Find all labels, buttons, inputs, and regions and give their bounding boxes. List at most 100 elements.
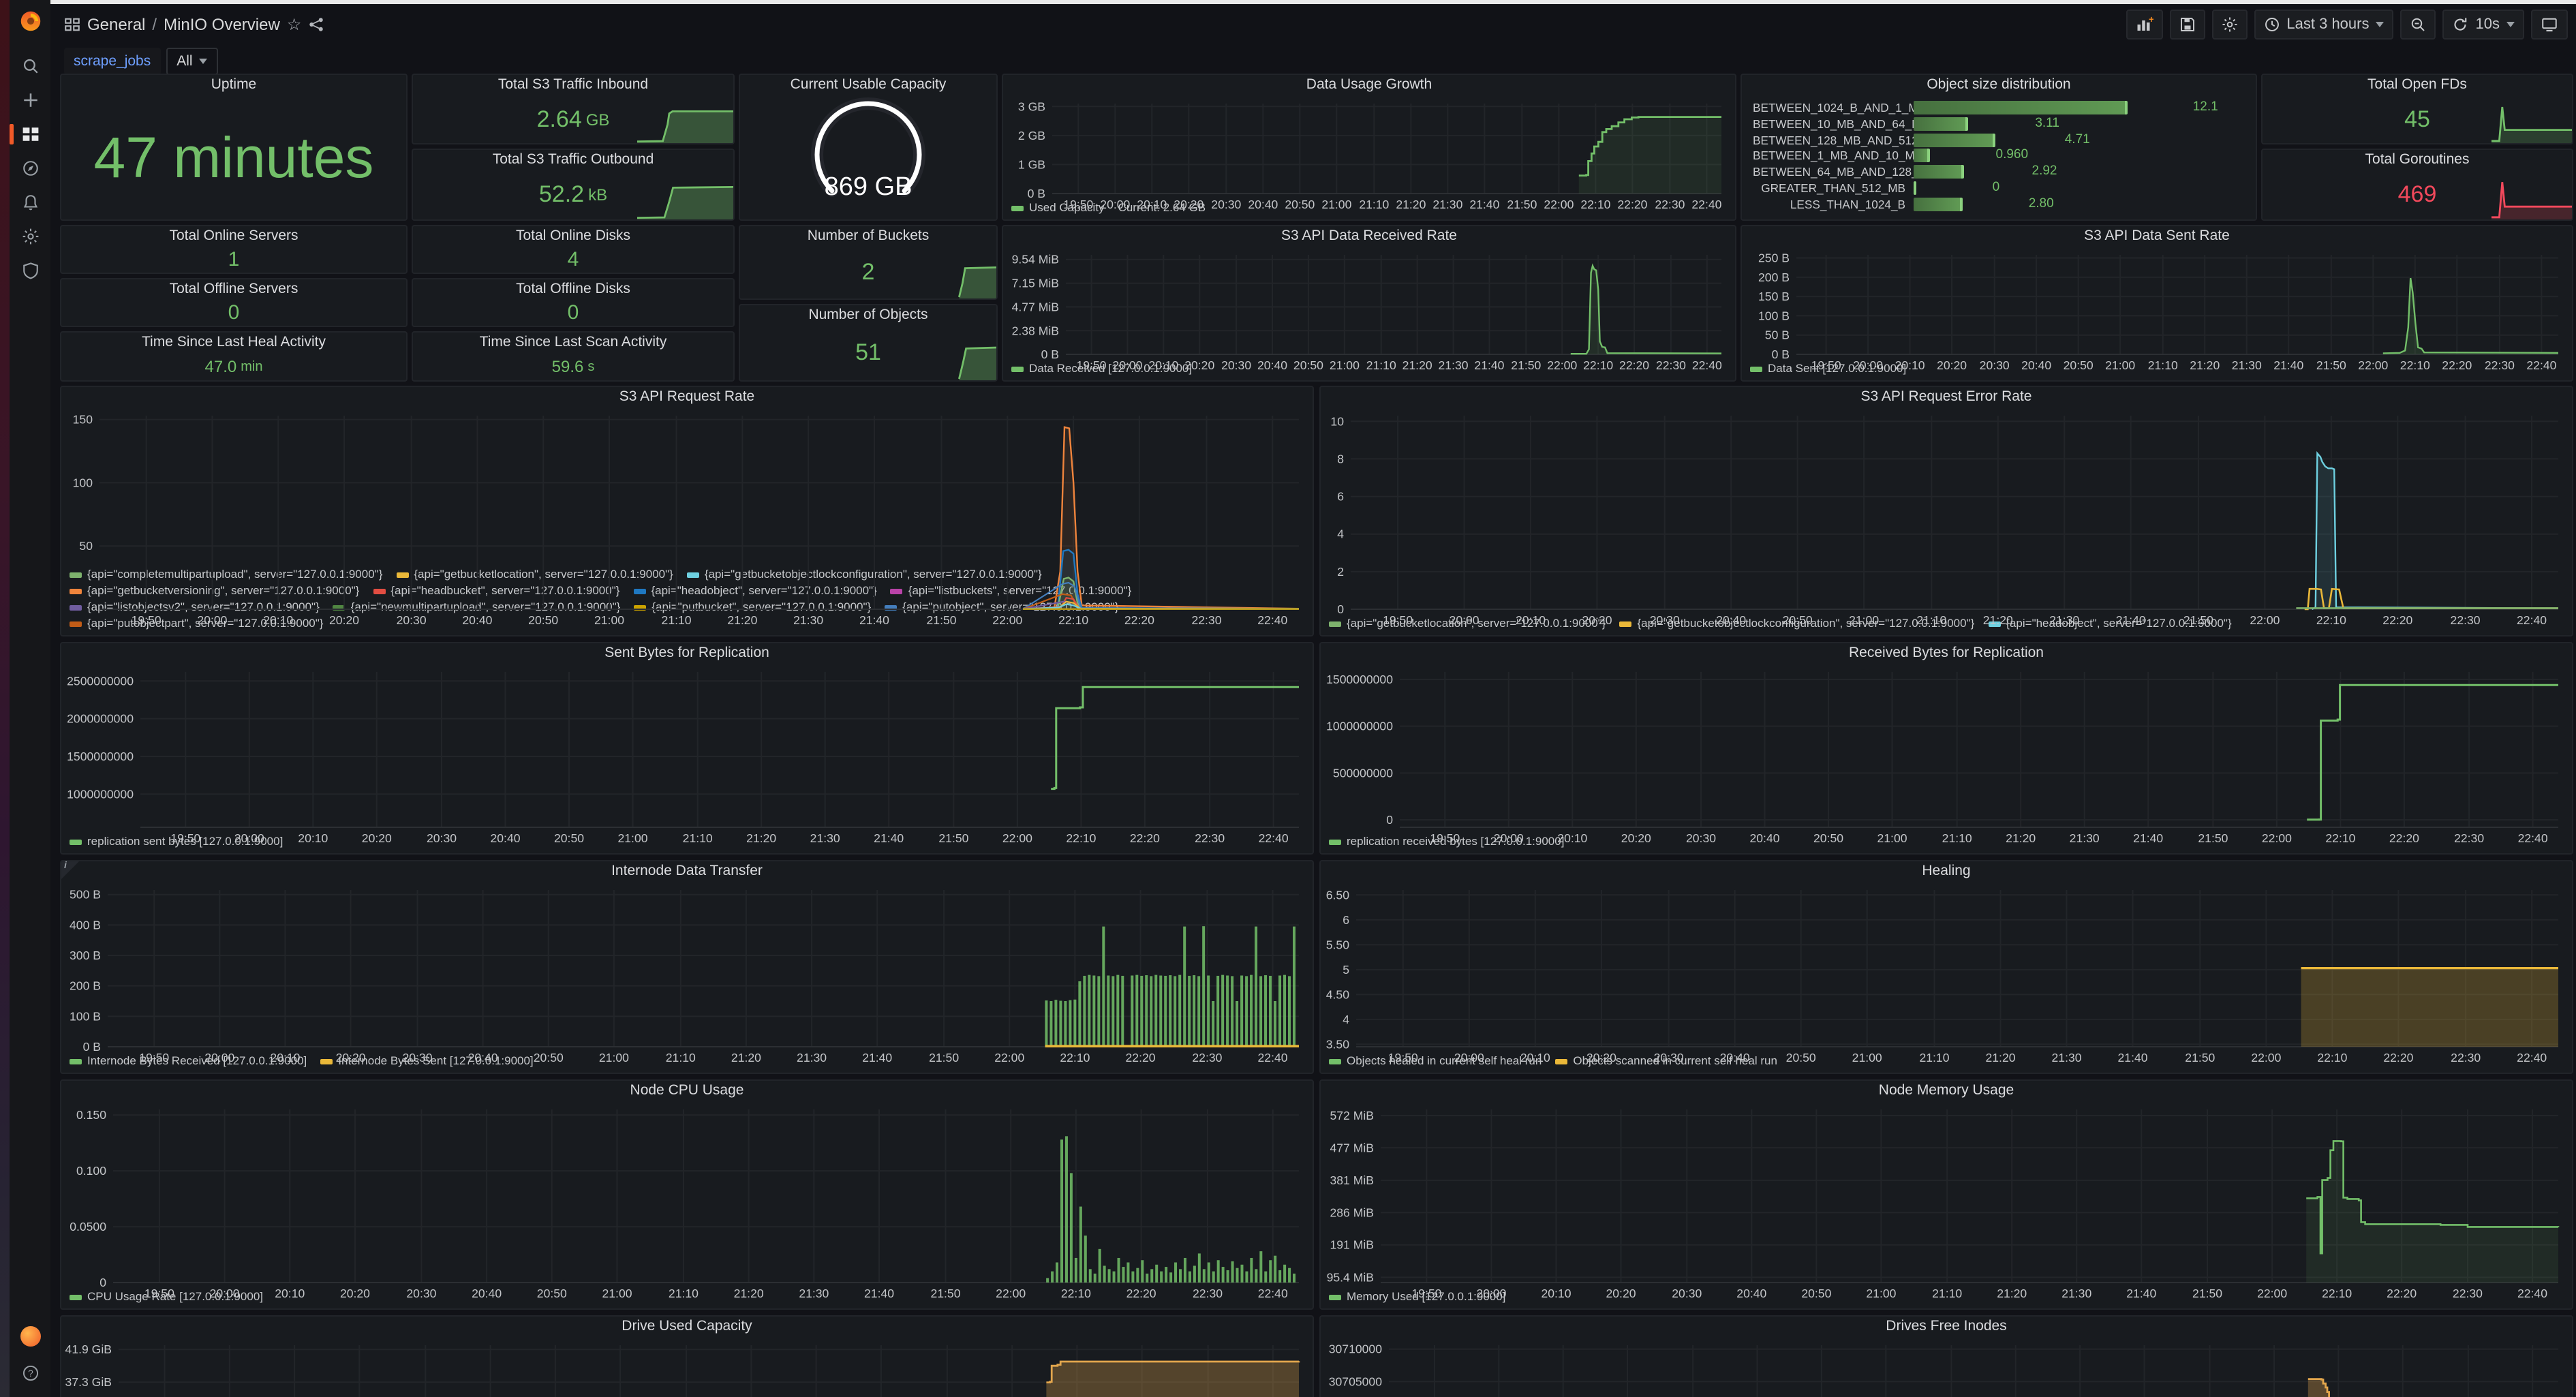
svg-text:21:00: 21:00 (1849, 613, 1879, 627)
plus-icon (21, 91, 39, 109)
svg-text:21:20: 21:20 (1997, 1287, 2027, 1300)
bargauge-bar (1914, 117, 1968, 131)
bargauge-value: 2.80 (2029, 196, 2054, 211)
svg-text:5: 5 (1343, 963, 1349, 977)
svg-text:20:30: 20:30 (1654, 1051, 1684, 1064)
add-panel-button[interactable]: + (2126, 10, 2162, 40)
svg-text:4: 4 (1343, 1013, 1349, 1026)
svg-text:21:30: 21:30 (797, 1051, 827, 1064)
svg-text:20:10: 20:10 (298, 831, 328, 845)
svg-text:500 B: 500 B (70, 888, 101, 902)
sidebar-item-create[interactable] (10, 87, 50, 113)
bargauge-label: GREATER_THAN_512_MB (1753, 181, 1914, 195)
healing-plot[interactable]: 19:5020:0020:1020:2020:3020:4020:5021:00… (1321, 882, 2572, 1054)
internode-transfer-plot[interactable]: 19:5020:0020:1020:2020:3020:4020:5021:00… (61, 882, 1313, 1054)
panel-info-icon[interactable]: i (61, 861, 79, 879)
s3-request-error-rate-plot[interactable]: 19:5020:0020:1020:2020:3020:4020:5021:00… (1321, 408, 2572, 616)
sidebar: ? (10, 0, 50, 1397)
search-icon (21, 57, 39, 75)
breadcrumb-section[interactable]: General (87, 15, 145, 34)
svg-text:22:00: 22:00 (992, 613, 1022, 627)
svg-text:20:50: 20:50 (554, 831, 584, 845)
s3-data-received-plot[interactable]: 19:5020:0020:1020:2020:3020:4020:5021:00… (1003, 247, 1735, 361)
svg-text:20:50: 20:50 (528, 613, 558, 627)
svg-text:2 GB: 2 GB (1018, 129, 1045, 142)
svg-text:22:10: 22:10 (1583, 358, 1613, 372)
bargauge-row: LESS_THAN_1024_B2.80 (1753, 197, 2242, 212)
cycle-view-button[interactable] (2531, 10, 2568, 40)
bargauge-row: BETWEEN_128_MB_AND_512_MB4.71 (1753, 132, 2242, 147)
panel-s3-traffic-outbound: Total S3 Traffic Outbound 52.2kB (412, 149, 735, 221)
dashboard-settings-button[interactable] (2211, 10, 2247, 40)
bargauge-value: 2.92 (2032, 164, 2057, 179)
svg-text:22:30: 22:30 (2451, 613, 2481, 627)
svg-text:20:40: 20:40 (462, 613, 492, 627)
svg-text:2000000000: 2000000000 (67, 712, 134, 726)
bargauge-bar (1914, 149, 1930, 163)
node-cpu-plot[interactable]: 19:5020:0020:1020:2020:3020:4020:5021:00… (61, 1101, 1313, 1289)
svg-text:22:30: 22:30 (1193, 1287, 1223, 1300)
grafana-logo[interactable] (17, 8, 43, 34)
svg-text:22:00: 22:00 (2262, 831, 2292, 845)
svg-text:30705000: 30705000 (1329, 1375, 1382, 1388)
drive-used-capacity-plot[interactable]: 19:5020:0020:1020:2020:3020:4020:5021:00… (61, 1337, 1313, 1397)
svg-text:20:40: 20:40 (1749, 831, 1779, 845)
save-dashboard-button[interactable] (2169, 10, 2205, 40)
svg-text:22:10: 22:10 (1580, 198, 1610, 211)
refresh-picker[interactable]: 10s (2443, 10, 2525, 40)
shield-icon (21, 262, 39, 279)
panel-total-offline-disks: Total Offline Disks 0 (412, 278, 735, 327)
page-title[interactable]: MinIO Overview (164, 15, 280, 34)
user-avatar[interactable] (20, 1326, 40, 1347)
svg-text:20:50: 20:50 (1293, 358, 1323, 372)
svg-text:4: 4 (1337, 527, 1344, 541)
svg-text:20:50: 20:50 (1783, 613, 1813, 627)
sidebar-item-search[interactable] (10, 53, 50, 79)
sidebar-item-help[interactable]: ? (10, 1360, 50, 1386)
zoom-out-button[interactable] (2401, 10, 2436, 40)
dashboard-grid-icon (64, 16, 80, 33)
star-icon[interactable]: ☆ (287, 15, 302, 34)
gear-icon (21, 228, 39, 245)
svg-text:20:30: 20:30 (397, 613, 427, 627)
bargauge-bar (1914, 198, 1963, 211)
svg-text:19:50: 19:50 (132, 613, 162, 627)
sidebar-item-configuration[interactable] (10, 224, 50, 249)
svg-text:20:00: 20:00 (210, 1287, 240, 1300)
sidebar-item-dashboards[interactable] (10, 121, 50, 147)
received-bytes-replication-plot[interactable]: 19:5020:0020:1020:2020:3020:4020:5021:00… (1321, 664, 2572, 834)
chevron-down-icon (200, 59, 208, 64)
svg-text:20:20: 20:20 (336, 1051, 366, 1064)
svg-text:22:40: 22:40 (2517, 1051, 2547, 1064)
data-usage-growth-plot[interactable]: 19:5020:0020:1020:2020:3020:4020:5021:00… (1003, 95, 1735, 200)
svg-text:20:20: 20:20 (329, 613, 359, 627)
sidebar-item-explore[interactable] (10, 155, 50, 181)
svg-text:22:30: 22:30 (2451, 1051, 2481, 1064)
svg-text:20:50: 20:50 (2064, 358, 2094, 372)
svg-text:19:50: 19:50 (1388, 1051, 1418, 1064)
svg-text:20:20: 20:20 (1174, 198, 1203, 211)
svg-text:20:40: 20:40 (1248, 198, 1278, 211)
sidebar-item-server-admin[interactable] (10, 258, 50, 283)
sent-bytes-replication-plot[interactable]: 19:5020:0020:1020:2020:3020:4020:5021:00… (61, 664, 1313, 834)
zoom-out-icon (2410, 16, 2427, 33)
svg-text:22:20: 22:20 (2383, 1051, 2413, 1064)
sidebar-item-alerting[interactable] (10, 189, 50, 215)
svg-text:20:00: 20:00 (1476, 1287, 1506, 1300)
svg-text:20:20: 20:20 (1586, 1051, 1616, 1064)
svg-text:21:50: 21:50 (2183, 613, 2213, 627)
node-memory-plot[interactable]: 19:5020:0020:1020:2020:3020:4020:5021:00… (1321, 1101, 2572, 1289)
svg-text:22:10: 22:10 (1061, 1287, 1091, 1300)
svg-text:50: 50 (79, 539, 93, 553)
drives-free-inodes-plot[interactable]: 19:5020:0020:1020:2020:3020:4020:5021:00… (1321, 1337, 2572, 1397)
svg-text:20:10: 20:10 (1520, 1051, 1550, 1064)
share-icon[interactable] (308, 16, 324, 33)
svg-text:400 B: 400 B (70, 918, 101, 932)
time-range-picker[interactable]: Last 3 hours (2254, 10, 2393, 40)
s3-request-rate-plot[interactable]: 19:5020:0020:1020:2020:3020:4020:5021:00… (61, 408, 1313, 567)
svg-text:2.38 MiB: 2.38 MiB (1012, 324, 1059, 337)
s3-data-sent-plot[interactable]: 19:5020:0020:1020:2020:3020:4020:5021:00… (1742, 247, 2572, 361)
uptime-value: 47 minutes (94, 125, 374, 190)
svg-text:22:10: 22:10 (1058, 613, 1088, 627)
panel-received-bytes-replication: Received Bytes for Replication 19:5020:0… (1319, 642, 2573, 855)
